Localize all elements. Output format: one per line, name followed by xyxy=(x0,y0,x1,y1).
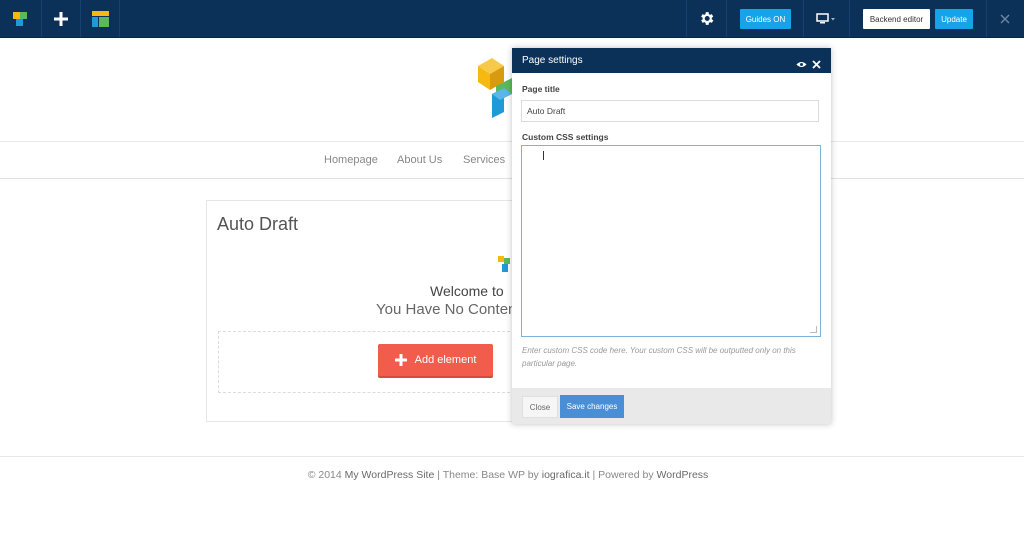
backend-editor-button[interactable]: Backend editor xyxy=(863,9,930,29)
modal-header: Page settings xyxy=(512,48,831,73)
footer-separator: | xyxy=(592,469,596,481)
welcome-heading: Welcome to xyxy=(430,283,504,299)
nav-item-homepage[interactable]: Homepage xyxy=(324,154,378,166)
eye-icon[interactable] xyxy=(796,56,807,74)
plus-icon[interactable] xyxy=(42,0,80,37)
page-title-input[interactable] xyxy=(521,100,819,122)
editor-toolbar: Guides ON Backend editor Update xyxy=(0,0,1024,38)
nav-item-services[interactable]: Services xyxy=(463,154,505,166)
save-changes-button[interactable]: Save changes xyxy=(560,395,624,418)
site-footer: © 2014 My WordPress Site | Theme: Base W… xyxy=(0,469,1016,481)
close-icon[interactable] xyxy=(992,0,1018,37)
modal-title: Page settings xyxy=(522,55,583,66)
site-logo xyxy=(474,56,514,129)
welcome-logo-icon xyxy=(498,256,510,279)
footer-powered-text: Powered by xyxy=(598,469,654,481)
no-content-text: You Have No Conten xyxy=(376,301,517,318)
footer-theme-author-link[interactable]: iografica.it xyxy=(542,469,590,481)
plus-icon xyxy=(394,354,407,366)
text-cursor-icon xyxy=(543,151,544,160)
add-element-label: Add element xyxy=(414,354,477,366)
add-element-button[interactable]: Add element xyxy=(378,344,493,376)
footer-divider xyxy=(0,456,1024,457)
update-button[interactable]: Update xyxy=(935,9,973,29)
nav-item-about-us[interactable]: About Us xyxy=(397,154,442,166)
footer-site-link[interactable]: My WordPress Site xyxy=(345,469,435,481)
post-title: Auto Draft xyxy=(217,214,299,234)
custom-css-textarea[interactable] xyxy=(521,145,821,337)
close-button[interactable]: Close xyxy=(522,396,558,418)
resize-handle-icon[interactable] xyxy=(810,326,817,333)
footer-separator: | xyxy=(437,469,440,481)
page-settings-modal: Page settings Page title Custom CSS sett… xyxy=(512,48,831,424)
page-title-label: Page title xyxy=(522,84,560,94)
close-icon[interactable] xyxy=(812,56,821,74)
custom-css-label: Custom CSS settings xyxy=(522,132,609,142)
footer-copyright: © 2014 xyxy=(307,469,342,481)
guides-toggle-button[interactable]: Guides ON xyxy=(740,9,791,29)
gear-icon[interactable] xyxy=(687,0,725,37)
modal-footer: Close Save changes xyxy=(512,388,831,424)
footer-wordpress-link[interactable]: WordPress xyxy=(657,469,709,481)
css-help-text: Enter custom CSS code here. Your custom … xyxy=(522,346,796,368)
monitor-icon[interactable] xyxy=(806,0,846,37)
cubes-logo-icon[interactable] xyxy=(0,0,40,37)
layout-icon[interactable] xyxy=(81,0,119,37)
footer-theme-text: Theme: Base WP by xyxy=(442,469,539,481)
